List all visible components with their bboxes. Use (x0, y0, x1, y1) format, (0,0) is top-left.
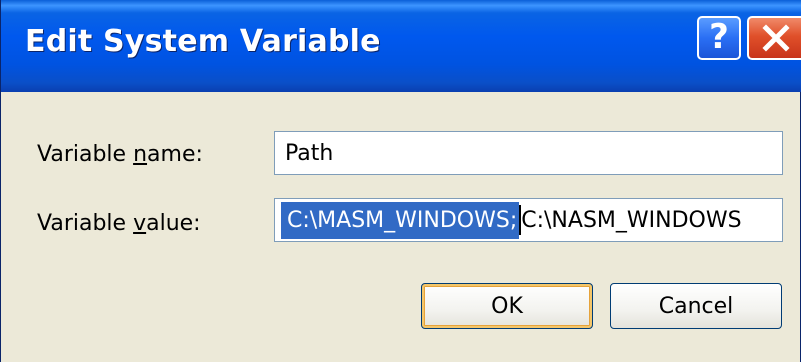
help-icon: ? (709, 17, 729, 57)
variable-value-input[interactable]: C:\MASM_WINDOWS; C:\NASM_WINDOWS (274, 198, 783, 242)
edit-system-variable-dialog: Edit System Variable ? Variable name: Va… (0, 0, 801, 362)
variable-value-label: Variable value: (37, 211, 201, 236)
variable-value-label-mnemonic: v (133, 211, 147, 236)
variable-name-label-mnemonic: n (133, 142, 148, 167)
variable-name-label: Variable name: (37, 142, 203, 167)
variable-name-label-pre: Variable (37, 142, 134, 167)
close-icon (761, 24, 790, 52)
title-bar[interactable]: Edit System Variable ? (1, 0, 801, 92)
cancel-button-label: Cancel (658, 293, 734, 319)
selected-text: C:\MASM_WINDOWS; (281, 201, 520, 239)
unselected-text: C:\NASM_WINDOWS (521, 207, 742, 233)
variable-name-input[interactable] (274, 131, 783, 175)
variable-name-label-post: ame: (147, 142, 203, 167)
close-button[interactable] (747, 16, 801, 60)
variable-value-label-pre: Variable (37, 211, 134, 236)
cancel-button[interactable]: Cancel (610, 283, 782, 329)
ok-button-label: OK (491, 293, 523, 319)
ok-button[interactable]: OK (421, 283, 593, 329)
help-button[interactable]: ? (697, 16, 741, 60)
window-title: Edit System Variable (25, 24, 381, 59)
variable-value-label-post: alue: (146, 211, 201, 236)
